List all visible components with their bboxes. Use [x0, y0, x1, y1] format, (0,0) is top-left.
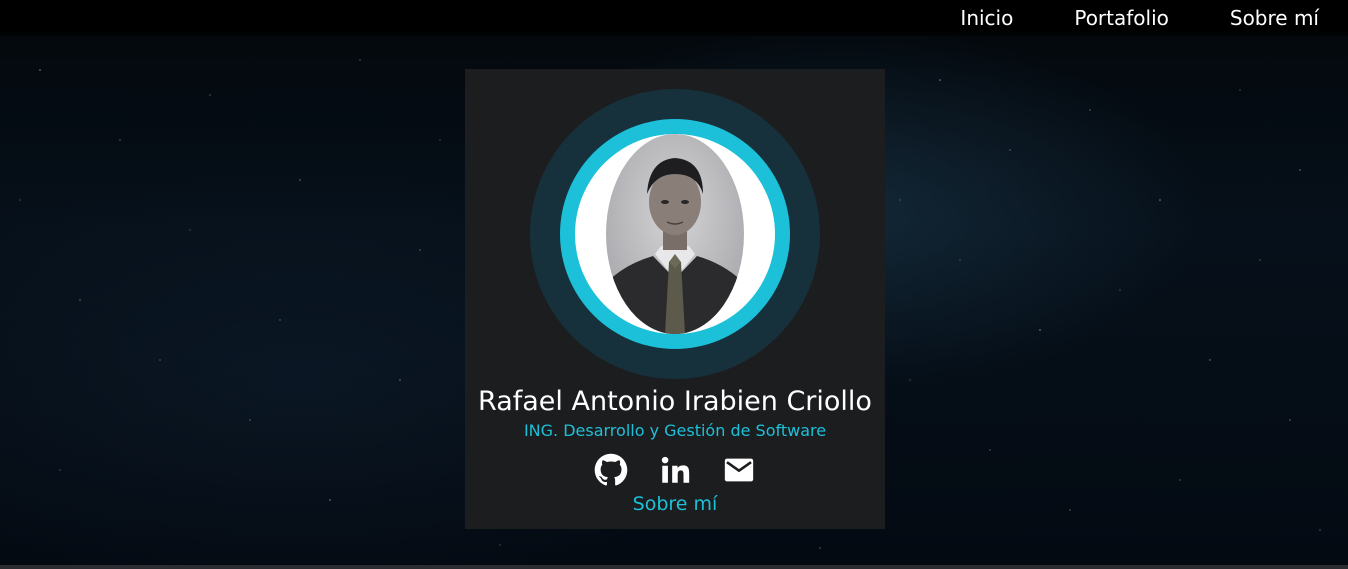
social-links — [465, 452, 885, 488]
nav-link-inicio[interactable]: Inicio — [927, 0, 1041, 36]
bottom-scroll-bar — [0, 565, 1348, 569]
nav-menu: Inicio Portafolio Sobre mí — [927, 0, 1348, 36]
about-me-link[interactable]: Sobre mí — [465, 491, 885, 517]
profile-card: Rafael Antonio Irabien Criollo ING. Desa… — [465, 69, 885, 529]
profile-name: Rafael Antonio Irabien Criollo — [478, 386, 872, 417]
github-icon[interactable] — [594, 453, 628, 487]
top-navbar: Inicio Portafolio Sobre mí — [0, 0, 1348, 36]
profile-title: ING. Desarrollo y Gestión de Software — [523, 421, 827, 440]
linkedin-icon[interactable] — [658, 453, 692, 487]
mail-icon[interactable] — [722, 453, 756, 487]
avatar-outer-ring — [530, 89, 820, 379]
nav-link-sobre-mi[interactable]: Sobre mí — [1197, 0, 1348, 36]
page: Inicio Portafolio Sobre mí Rafael Antoni… — [0, 0, 1348, 569]
avatar-accent-ring — [560, 119, 790, 349]
nav-link-portafolio[interactable]: Portafolio — [1041, 0, 1197, 36]
profile-photo — [606, 134, 744, 334]
avatar — [575, 134, 775, 334]
